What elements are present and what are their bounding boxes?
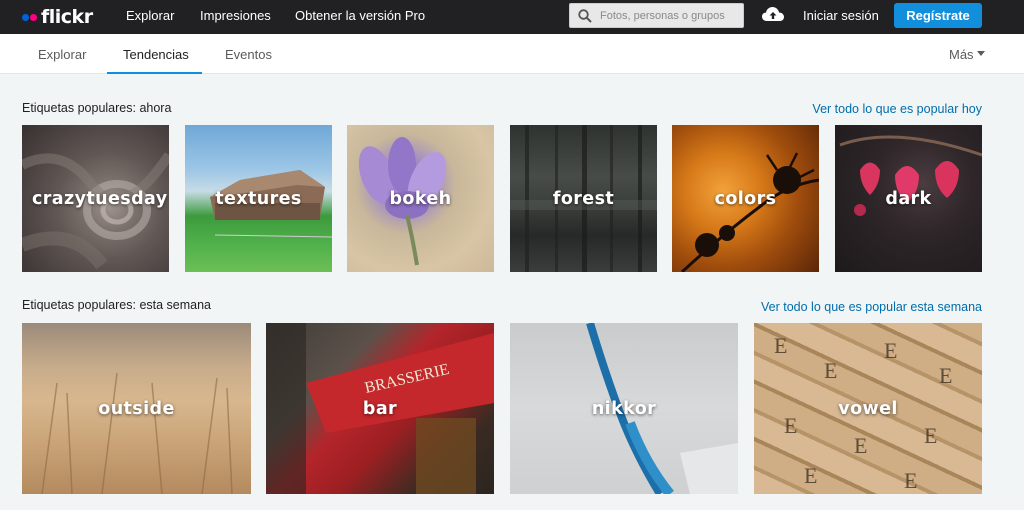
svg-text:E: E [924,423,937,448]
nav-prints[interactable]: Impresiones [200,8,271,23]
tag-tile-colors[interactable]: colors [672,125,819,272]
svg-text:E: E [854,433,867,458]
svg-text:E: E [824,358,837,383]
nav-get-pro[interactable]: Obtener la versión Pro [295,8,425,23]
tag-tile-textures[interactable]: textures [185,125,332,272]
tag-label: vowel [838,398,898,419]
tag-tile-outside[interactable]: outside [22,323,251,494]
logo-dot-blue [22,13,29,21]
register-button[interactable]: Regístrate [894,3,982,28]
tag-label: bar [362,398,398,419]
tag-label: dark [885,188,932,209]
nav-explore[interactable]: Explorar [126,8,174,23]
tag-label: nikkor [591,398,657,419]
tab-trending[interactable]: Tendencias [123,47,189,62]
see-all-popular-today-link[interactable]: Ver todo lo que es popular hoy [780,102,982,116]
tag-tile-nikkor[interactable]: nikkor [510,323,738,494]
tag-label: forest [552,188,615,209]
more-menu[interactable]: Más [949,47,985,62]
see-all-popular-week-link[interactable]: Ver todo lo que es popular esta semana [720,300,982,314]
tab-events[interactable]: Eventos [225,47,272,62]
signin-link[interactable]: Iniciar sesión [803,8,879,23]
chevron-down-icon [976,51,985,57]
tag-tile-dark[interactable]: dark [835,125,982,272]
section-title-week: Etiquetas populares: esta semana [22,298,212,312]
sub-navigation: Explorar Tendencias Eventos Más [0,34,1024,74]
search-input[interactable] [600,7,740,25]
logo-text: flickr [41,6,93,28]
active-tab-indicator [107,72,202,74]
svg-text:E: E [884,338,897,363]
tag-label: crazytuesday [32,188,168,209]
section-title-now: Etiquetas populares: ahora [22,101,172,115]
search-icon[interactable] [578,9,592,23]
search-box[interactable] [569,3,744,28]
tag-label: outside [98,398,175,419]
tag-tile-forest[interactable]: forest [510,125,657,272]
tab-explore[interactable]: Explorar [38,47,86,62]
tag-tile-vowel[interactable]: EEE EEE EEE vowel [754,323,982,494]
tag-label: colors [714,188,777,209]
tag-label: bokeh [389,188,452,209]
svg-text:E: E [904,468,917,493]
more-label: Más [949,47,974,62]
svg-text:E: E [774,333,787,358]
upload-cloud-icon[interactable] [761,5,785,23]
logo-dot-pink [30,13,37,21]
tag-tile-crazytuesday[interactable]: crazytuesday [22,125,169,272]
tag-tile-bokeh[interactable]: bokeh [347,125,494,272]
svg-text:E: E [939,363,952,388]
tag-label: textures [215,188,302,209]
top-navigation-bar: flickr Explorar Impresiones Obtener la v… [0,0,1024,34]
tag-tile-bar[interactable]: BRASSERIE bar [266,323,494,494]
svg-text:E: E [804,463,817,488]
flickr-logo[interactable]: flickr [22,6,93,28]
